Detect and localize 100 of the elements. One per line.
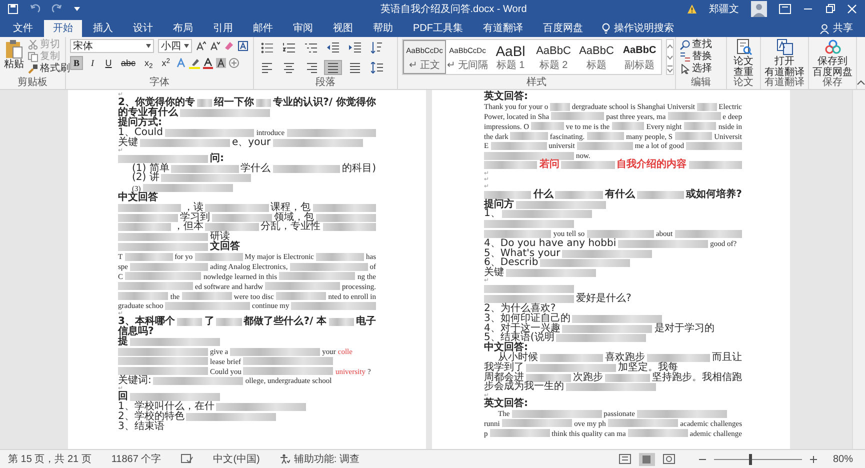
ribbon-tab[interactable]: 插入 bbox=[84, 20, 122, 37]
font-color-icon[interactable] bbox=[203, 58, 214, 68]
redo-icon[interactable] bbox=[52, 4, 62, 14]
format-button[interactable]: x$_{2}$ bbox=[142, 56, 156, 70]
find-button[interactable]: 查找 bbox=[692, 39, 712, 50]
blurred-text bbox=[316, 214, 376, 222]
web-layout-icon[interactable] bbox=[662, 454, 675, 464]
blurred-text bbox=[688, 161, 742, 170]
document-text: 提问方式: bbox=[118, 118, 162, 128]
vertical-scrollbar[interactable] bbox=[852, 90, 865, 449]
save-icon[interactable] bbox=[8, 4, 18, 14]
highlighter-icon[interactable] bbox=[189, 58, 200, 68]
blurred-text bbox=[196, 99, 212, 108]
zoom-in-icon[interactable] bbox=[810, 456, 817, 462]
group-label: 段落 bbox=[314, 76, 336, 89]
paste-button[interactable]: 粘贴 bbox=[4, 59, 24, 70]
document-text: 专业的认识?/ 你觉得你 bbox=[273, 98, 376, 108]
ribbon-tab[interactable]: 视图 bbox=[324, 20, 362, 37]
blurred-text bbox=[216, 318, 242, 326]
zoom-slider-thumb[interactable] bbox=[749, 454, 752, 464]
save-to-cloud-button[interactable]: 保存到 百度网盘 bbox=[812, 56, 852, 78]
focus-view-icon[interactable] bbox=[618, 454, 631, 464]
gallery-scroll[interactable] bbox=[666, 39, 674, 75]
language-indicator[interactable]: 中文(中国) bbox=[213, 452, 260, 466]
ribbon-tab[interactable]: 布局 bbox=[164, 20, 202, 37]
scissors-icon bbox=[28, 40, 38, 50]
caret-icon bbox=[146, 44, 151, 48]
zoom-level[interactable]: 80% bbox=[824, 452, 857, 466]
ribbon-tab[interactable]: 百度网盘 bbox=[534, 20, 592, 37]
blurred-text bbox=[636, 190, 684, 199]
blurred-text bbox=[256, 99, 272, 108]
ribbon-tab[interactable]: 帮助 bbox=[364, 20, 402, 37]
blurred-text bbox=[531, 122, 564, 130]
ribbon-options-icon[interactable] bbox=[779, 4, 791, 14]
plagiarism-check-button[interactable]: 论文 查重 bbox=[734, 56, 754, 78]
ribbon-tab[interactable]: 引用 bbox=[204, 20, 242, 37]
document-text: 爱好是什么? bbox=[576, 294, 632, 304]
blurred-text bbox=[316, 252, 364, 261]
align-right-icon bbox=[304, 62, 317, 74]
document-text: 从小时候 bbox=[498, 353, 538, 364]
text-effects-icon[interactable] bbox=[176, 58, 186, 68]
font-size-dropdown[interactable]: 小四 bbox=[158, 39, 192, 53]
document-text: 坚持跑步。我相信跑 bbox=[652, 372, 742, 383]
open-translator-button[interactable]: 打开 有道翻译 bbox=[764, 56, 804, 78]
group-label: 论文 bbox=[732, 76, 755, 89]
style-option[interactable]: AaBbC 标题 2 bbox=[532, 40, 575, 74]
ribbon-tab[interactable]: 邮件 bbox=[244, 20, 282, 37]
select-button[interactable]: 选择 bbox=[692, 63, 712, 74]
ribbon-tab[interactable]: 文件 bbox=[4, 20, 42, 37]
grow-font-icon[interactable] bbox=[196, 41, 206, 51]
line-spacing-icon bbox=[370, 62, 383, 74]
style-name: 标题 2 bbox=[539, 60, 568, 71]
format-button[interactable]: B bbox=[70, 56, 83, 70]
eraser-icon[interactable] bbox=[224, 41, 234, 51]
more-icon[interactable] bbox=[667, 64, 673, 74]
style-option[interactable]: AaBbC 副标题 bbox=[618, 40, 661, 74]
avatar-icon bbox=[751, 1, 767, 17]
close-icon[interactable] bbox=[847, 4, 857, 14]
document-text: 了 bbox=[204, 317, 214, 328]
undo-icon[interactable] bbox=[30, 4, 40, 14]
justify-button[interactable] bbox=[324, 60, 342, 75]
document-text: ，但本 bbox=[173, 222, 204, 232]
clipboard-icon[interactable] bbox=[5, 39, 23, 59]
paintbrush-icon bbox=[28, 64, 38, 74]
ribbon-tab[interactable]: 开始 bbox=[44, 20, 82, 37]
document-text: (2) 讲 bbox=[132, 173, 160, 184]
style-option[interactable]: AaBl 标题 1 bbox=[489, 40, 532, 74]
ribbon-tab[interactable]: 设计 bbox=[124, 20, 162, 37]
dropdown-icon[interactable] bbox=[74, 6, 80, 12]
character-shading-icon[interactable] bbox=[216, 58, 226, 68]
ribbon-tab[interactable]: 审阅 bbox=[284, 20, 322, 37]
collapse-ribbon-icon[interactable] bbox=[857, 80, 865, 85]
share-button[interactable]: 共享 bbox=[833, 21, 853, 36]
document-text: 信息吗? bbox=[118, 326, 154, 337]
user-name[interactable]: 郑疆文 bbox=[709, 2, 739, 16]
align-left-icon bbox=[260, 62, 273, 74]
font-name-dropdown[interactable]: 宋体 bbox=[70, 39, 154, 53]
proofing-icon[interactable] bbox=[181, 454, 194, 464]
restore-icon[interactable] bbox=[825, 4, 835, 14]
replace-button[interactable]: 替换 bbox=[692, 51, 712, 62]
format-button[interactable]: abc bbox=[118, 56, 139, 70]
style-preview: AaBbC bbox=[536, 44, 571, 59]
document-text: 关键 bbox=[484, 268, 504, 278]
page-count[interactable]: 第 15 页，共 21 页 bbox=[8, 452, 92, 466]
accessibility-status[interactable]: 辅助功能: 调查 bbox=[294, 452, 360, 466]
format-button[interactable]: I bbox=[86, 56, 99, 70]
ribbon-tab[interactable]: PDF工具集 bbox=[404, 20, 472, 37]
print-layout-button[interactable] bbox=[638, 452, 655, 466]
shrink-font-icon[interactable] bbox=[210, 41, 220, 51]
bordered-letter-icon[interactable] bbox=[238, 41, 248, 51]
document-text: 文回答 bbox=[210, 242, 240, 252]
document-text: 分乱，专业性 bbox=[260, 222, 321, 232]
word-count[interactable]: 11867 个字 bbox=[111, 452, 162, 466]
format-button[interactable]: x$^{2}$ bbox=[158, 56, 174, 70]
tell-me-search[interactable]: 操作说明搜索 bbox=[614, 21, 674, 36]
format-button[interactable]: U bbox=[102, 56, 115, 70]
ribbon-tab[interactable]: 有道翻译 bbox=[474, 20, 532, 37]
blurred-text bbox=[312, 204, 376, 212]
style-option[interactable]: AaBbC 标题 bbox=[575, 40, 618, 74]
format-painter-button[interactable]: 格式刷 bbox=[40, 63, 70, 74]
